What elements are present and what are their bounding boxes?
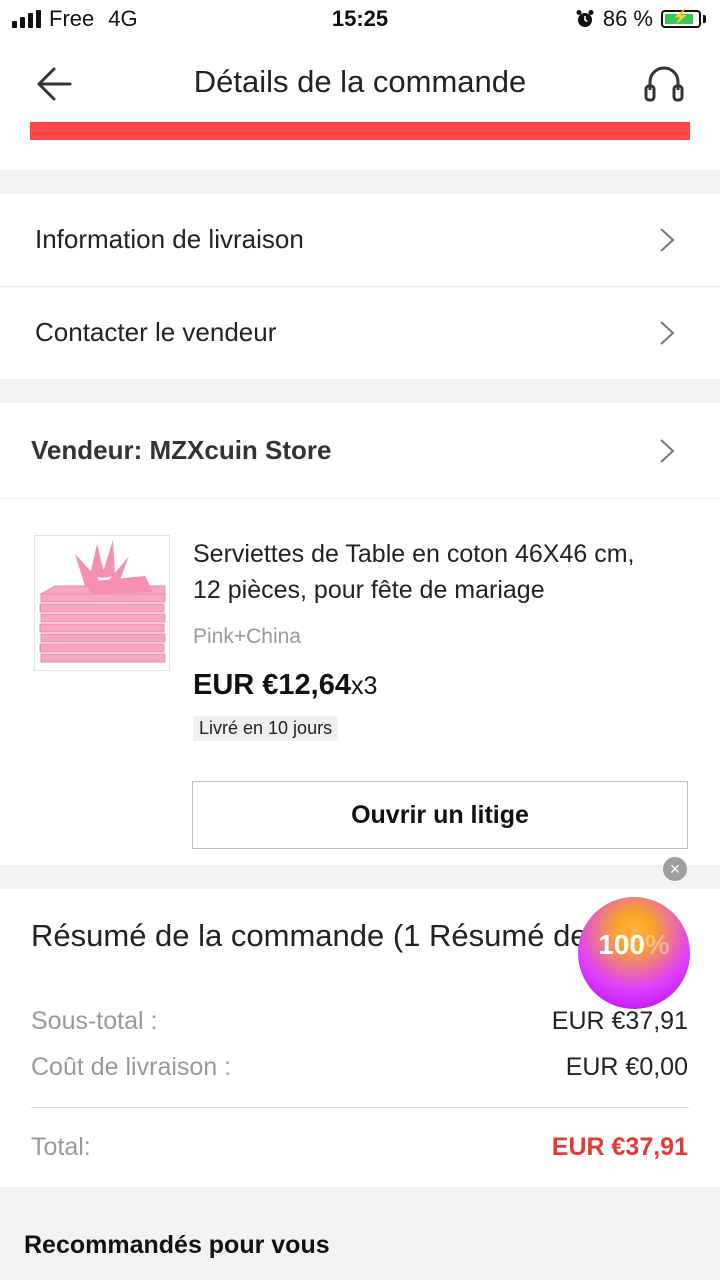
vendor-row[interactable]: Vendeur: MZXcuin Store <box>0 405 720 497</box>
divider <box>0 498 720 499</box>
product-title[interactable]: Serviettes de Table en coton 46X46 cm, 1… <box>193 536 693 608</box>
divider <box>31 1107 689 1108</box>
chevron-right-icon <box>660 321 675 345</box>
summary-title: Résumé de la commande (1 Résumé de la co… <box>31 918 591 953</box>
battery-icon: ⚡ <box>661 8 701 28</box>
subtotal-label: Sous-total : <box>31 1007 158 1035</box>
subtotal-value: EUR €37,91 <box>551 1007 688 1035</box>
contact-seller-row[interactable]: Contacter le vendeur <box>0 287 720 379</box>
headset-icon[interactable] <box>640 62 688 106</box>
product-variant: Pink+China <box>193 625 301 648</box>
delivery-info-label: Information de livraison <box>35 224 304 254</box>
alarm-icon <box>576 10 594 27</box>
product-quantity: x3 <box>351 672 378 700</box>
delivery-time-badge: Livré en 10 jours <box>193 716 339 741</box>
product-image[interactable] <box>34 535 170 671</box>
status-bar: Free 4G 15:25 86 % ⚡ <box>0 0 720 40</box>
shipping-value: EUR €0,00 <box>565 1053 688 1081</box>
close-badge-button[interactable]: × <box>663 857 687 881</box>
battery-percent: 86 % <box>602 6 653 31</box>
close-icon: × <box>669 859 681 879</box>
delivery-info-row[interactable]: Information de livraison <box>0 194 720 286</box>
page-header: Détails de la commande <box>0 40 720 170</box>
promo-badge[interactable]: 100% <box>578 897 690 1009</box>
chevron-right-icon <box>660 228 675 252</box>
page-title: Détails de la commande <box>193 64 527 99</box>
product-price: EUR €12,64x3 <box>193 669 378 701</box>
promo-badge-text: 100 <box>598 929 645 960</box>
total-value: EUR €37,91 <box>551 1133 688 1161</box>
napkins-image <box>39 540 166 663</box>
recommendations-title: Recommandés pour vous <box>24 1231 330 1259</box>
shipping-label: Coût de livraison : <box>31 1053 232 1081</box>
status-right: 86 % ⚡ <box>575 6 706 32</box>
total-label: Total: <box>31 1133 91 1161</box>
contact-seller-label: Contacter le vendeur <box>35 317 277 347</box>
open-dispute-button[interactable]: Ouvrir un litige <box>192 781 688 849</box>
order-status-bar <box>30 122 690 140</box>
chevron-right-icon <box>660 439 675 463</box>
vendor-name: Vendeur: MZXcuin Store <box>31 435 332 465</box>
promo-badge-suffix: % <box>644 929 670 960</box>
